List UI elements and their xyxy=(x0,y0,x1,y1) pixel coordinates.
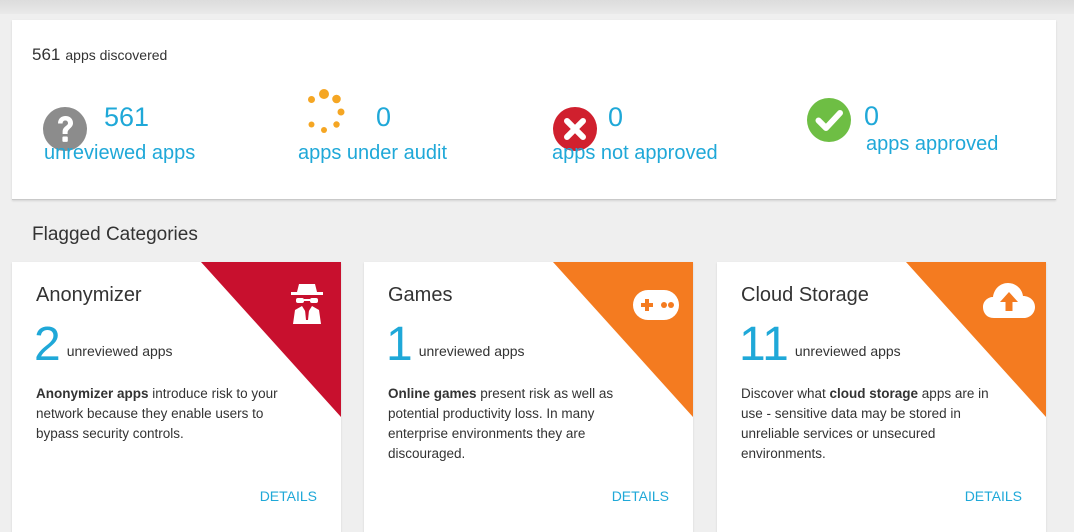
category-card-games: Games 1 unreviewed apps Online games pres… xyxy=(364,262,693,532)
under-audit-label: apps under audit xyxy=(298,142,448,164)
category-card-anonymizer: Anonymizer 2 unreviewed apps Anonymizer a… xyxy=(12,262,341,532)
category-unreviewed-label: unreviewed apps xyxy=(66,343,173,359)
stat-not-approved[interactable]: 0 apps not approved xyxy=(552,102,772,166)
flagged-categories-heading: Flagged Categories xyxy=(32,224,198,245)
details-link-cloud-storage[interactable]: DETAILS xyxy=(965,488,1022,504)
category-count: 1 unreviewed apps xyxy=(386,321,525,369)
category-count-number: 11 xyxy=(739,318,789,371)
category-unreviewed-label: unreviewed apps xyxy=(418,343,525,359)
category-count: 11 unreviewed apps xyxy=(739,321,901,369)
category-description: Discover what cloud storage apps are in … xyxy=(741,384,1009,464)
check-circle-icon xyxy=(806,97,852,143)
category-count-number: 2 xyxy=(34,318,61,371)
approved-count: 0 xyxy=(864,101,880,131)
category-description-pre: Discover what xyxy=(741,386,830,401)
category-title: Games xyxy=(388,284,453,306)
not-approved-count: 0 xyxy=(608,102,624,132)
top-strip xyxy=(0,0,1074,14)
not-approved-label: apps not approved xyxy=(552,142,718,164)
unreviewed-label: unreviewed apps xyxy=(44,142,196,164)
details-link-anonymizer[interactable]: DETAILS xyxy=(260,488,317,504)
apps-discovered-heading: 561 apps discovered xyxy=(32,45,167,65)
category-description-bold: Anonymizer apps xyxy=(36,386,149,401)
apps-summary-card: 561apps discovered 561 unreviewed apps xyxy=(12,20,1056,200)
details-link-games[interactable]: DETAILS xyxy=(612,488,669,504)
stat-approved[interactable]: 0 apps approved xyxy=(806,97,1026,157)
approved-label: apps approved xyxy=(866,133,999,155)
stat-under-audit[interactable]: 0 apps under audit xyxy=(298,86,498,166)
category-count: 2 unreviewed apps xyxy=(34,321,173,369)
category-title: Cloud Storage xyxy=(741,284,869,306)
apps-discovered-count: 561 xyxy=(32,45,61,64)
stat-unreviewed[interactable]: 561 unreviewed apps xyxy=(42,102,242,166)
spy-icon xyxy=(285,280,329,324)
unreviewed-count: 561 xyxy=(104,102,150,132)
cloud-upload-icon xyxy=(982,278,1036,322)
category-description: Online games present risk as well as pot… xyxy=(388,384,656,464)
category-title: Anonymizer xyxy=(36,284,142,306)
category-count-number: 1 xyxy=(386,318,413,371)
category-description: Anonymizer apps introduce risk to your n… xyxy=(36,384,304,444)
gamepad-icon xyxy=(631,288,681,322)
under-audit-count: 0 xyxy=(376,102,392,132)
category-description-bold: cloud storage xyxy=(829,386,919,401)
apps-discovered-label: apps discovered xyxy=(65,47,168,63)
category-unreviewed-label: unreviewed apps xyxy=(794,343,901,359)
spinner-dots-icon xyxy=(298,86,345,133)
category-card-cloud-storage: Cloud Storage 11 unreviewed apps Discover… xyxy=(717,262,1046,532)
category-description-bold: Online games xyxy=(388,386,477,401)
